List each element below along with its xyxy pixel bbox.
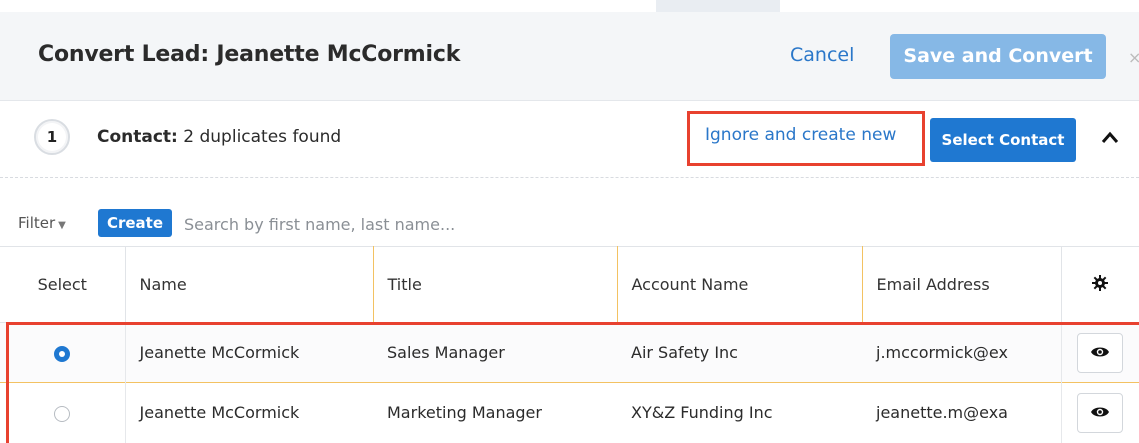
page-title: Convert Lead: Jeanette McCormick xyxy=(38,42,461,67)
column-header-name[interactable]: Name xyxy=(125,246,374,323)
close-icon[interactable]: × xyxy=(1128,48,1139,67)
eye-icon xyxy=(1091,347,1110,356)
filter-dropdown[interactable]: Filter ▼ xyxy=(18,214,66,232)
select-cell xyxy=(0,382,126,443)
cancel-button[interactable]: Cancel xyxy=(790,44,854,66)
save-and-convert-button[interactable]: Save and Convert xyxy=(890,34,1106,79)
chevron-up-icon[interactable] xyxy=(1100,128,1120,148)
column-header-select: Select xyxy=(0,246,126,323)
title-cell: Marketing Manager xyxy=(373,382,617,443)
table-header-row: Select Name Title Account Name Email Add… xyxy=(0,246,1139,323)
preview-cell xyxy=(1060,382,1139,443)
contact-step-panel: 1 Contact: 2 duplicates found Ignore and… xyxy=(0,101,1139,178)
duplicates-status: 2 duplicates found xyxy=(183,127,342,147)
column-header-title[interactable]: Title xyxy=(373,246,618,323)
filter-label: Filter xyxy=(18,214,56,232)
chevron-down-icon: ▼ xyxy=(58,220,66,231)
table-row[interactable]: Jeanette McCormick Sales Manager Air Saf… xyxy=(0,322,1139,383)
account-cell: XY&Z Funding Inc xyxy=(617,382,862,443)
name-cell: Jeanette McCormick xyxy=(125,382,373,443)
ignore-and-create-new-link[interactable]: Ignore and create new xyxy=(705,125,896,145)
title-cell: Sales Manager xyxy=(373,322,617,383)
search-input[interactable] xyxy=(182,208,886,240)
dialog-header: Convert Lead: Jeanette McCormick Cancel … xyxy=(0,12,1139,101)
select-radio[interactable] xyxy=(54,405,71,422)
gear-icon[interactable] xyxy=(1092,274,1109,291)
select-contact-button[interactable]: Select Contact xyxy=(930,118,1076,162)
column-header-account-name[interactable]: Account Name xyxy=(617,246,863,323)
contact-label: Contact: xyxy=(97,127,178,147)
duplicates-table: Select Name Title Account Name Email Add… xyxy=(0,246,1139,443)
email-cell: jeanette.m@exa xyxy=(862,382,1061,443)
contact-step-summary: Contact: 2 duplicates found xyxy=(97,127,341,147)
column-header-email-address[interactable]: Email Address xyxy=(862,246,1062,323)
table-row[interactable]: Jeanette McCormick Marketing Manager XY&… xyxy=(0,382,1139,443)
create-button[interactable]: Create xyxy=(98,209,172,237)
preview-button[interactable] xyxy=(1077,332,1124,373)
filter-bar: Filter ▼ Create xyxy=(0,200,1139,246)
column-settings-header[interactable] xyxy=(1061,246,1139,323)
top-strip xyxy=(0,0,1139,12)
email-cell: j.mccormick@ex xyxy=(862,322,1061,383)
name-cell: Jeanette McCormick xyxy=(125,322,373,383)
step-number-badge: 1 xyxy=(34,119,70,155)
select-radio-checked[interactable] xyxy=(54,345,71,362)
eye-icon xyxy=(1091,407,1110,417)
preview-cell xyxy=(1060,322,1139,383)
account-cell: Air Safety Inc xyxy=(617,322,862,383)
select-cell xyxy=(0,322,126,383)
preview-button[interactable] xyxy=(1077,392,1124,433)
background-tab-fragment xyxy=(656,0,780,12)
